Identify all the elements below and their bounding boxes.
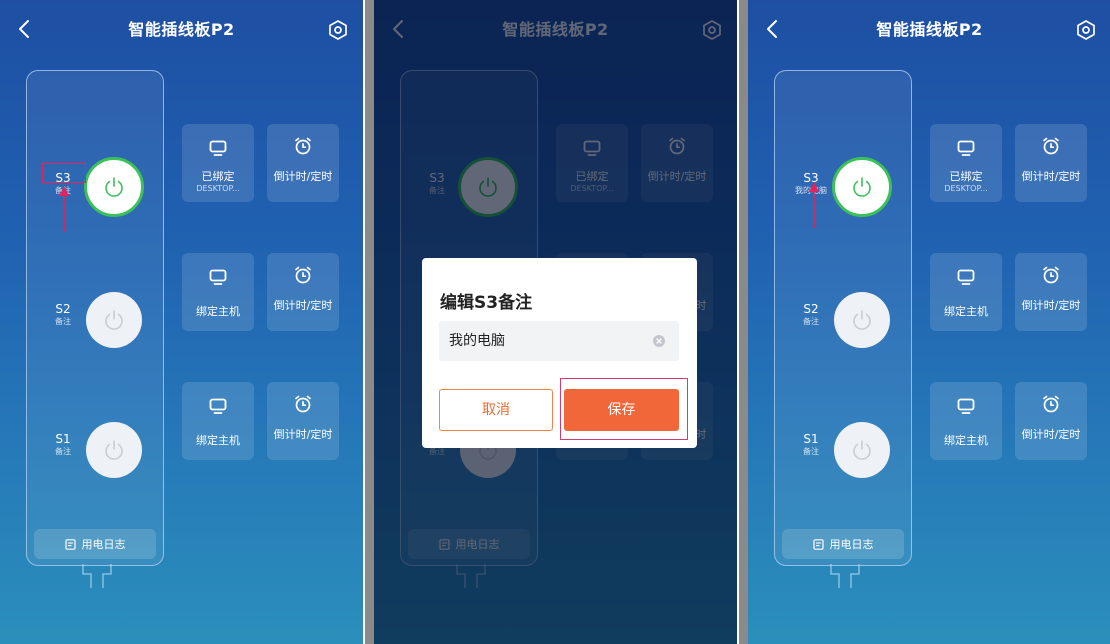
timer-label: 倒计时/定时 (273, 170, 333, 183)
timer-card[interactable]: 倒计时/定时 (1015, 253, 1087, 331)
monitor-icon (209, 140, 227, 156)
socket-s2: S2备注 (775, 292, 911, 372)
plug-cable-graphic (77, 564, 117, 588)
timer-card[interactable]: 倒计时/定时 (1015, 382, 1087, 460)
socket-s2: S2备注 (27, 292, 163, 372)
bind-host-label: 绑定主机 (944, 305, 988, 318)
power-log-button[interactable]: 用电日志 (782, 529, 904, 559)
socket-name: S2 (55, 302, 71, 316)
monitor-icon (957, 269, 975, 285)
socket-label[interactable]: S1备注 (35, 432, 91, 458)
power-toggle-button[interactable] (834, 292, 890, 348)
app-screen-before: 智能插线板P2 已绑定 DESKTOP... 倒计时/定时 绑定主机 倒计时/定时 绑定主机… (0, 0, 363, 644)
socket-s1: S1备注 (775, 422, 911, 502)
alarm-clock-icon (295, 266, 311, 284)
bind-host-card[interactable]: 绑定主机 (182, 382, 254, 460)
bind-host-card[interactable]: 已绑定DESKTOP... (930, 124, 1002, 202)
annotation-arrow-up-icon (808, 182, 820, 228)
power-toggle-button[interactable] (86, 422, 142, 478)
screenshot-divider (365, 0, 374, 644)
bind-host-label: 绑定主机 (196, 305, 240, 318)
clear-input-icon[interactable] (653, 335, 665, 347)
monitor-icon (209, 398, 227, 414)
timer-label: 倒计时/定时 (273, 299, 333, 312)
top-bar: 智能插线板P2 (0, 0, 363, 60)
cancel-button[interactable]: 取消 (439, 389, 553, 431)
power-icon (105, 177, 123, 197)
plug-cable-graphic (825, 564, 865, 588)
socket-note[interactable]: 备注 (35, 316, 91, 328)
timer-card[interactable]: 倒计时/定时 (267, 382, 339, 460)
power-toggle-button[interactable] (832, 157, 892, 217)
monitor-icon (957, 398, 975, 414)
power-icon (853, 177, 871, 197)
note-input-value: 我的电脑 (449, 333, 505, 349)
timer-label: 倒计时/定时 (1021, 428, 1081, 441)
alarm-clock-icon (1043, 395, 1059, 413)
monitor-icon (957, 140, 975, 156)
power-icon (853, 310, 871, 330)
timer-label: 倒计时/定时 (1021, 299, 1081, 312)
bind-host-card[interactable]: 绑定主机 (930, 382, 1002, 460)
power-toggle-button[interactable] (84, 157, 144, 217)
app-screen-after: 智能插线板P2 已绑定 DESKTOP... 倒计时/定时 绑定主机 倒计时/定时 绑定主机… (748, 0, 1110, 644)
app-screen-dialog: 智能插线板P2已绑定DESKTOP...倒计时/定时绑定主机倒计时/定时绑定主机… (374, 0, 737, 644)
bind-host-card[interactable]: 绑定主机 (182, 253, 254, 331)
alarm-clock-icon (1043, 266, 1059, 284)
bind-host-label: 已绑定 (201, 170, 235, 183)
bind-host-label: 已绑定 (949, 170, 983, 183)
dialog-title: 编辑S3备注 (440, 293, 533, 313)
socket-name: S2 (803, 302, 819, 316)
power-icon (105, 310, 123, 330)
power-log-button[interactable]: 用电日志 (34, 529, 156, 559)
socket-name: S1 (55, 432, 71, 446)
power-log-label: 用电日志 (829, 538, 874, 551)
monitor-icon (209, 269, 227, 285)
power-strip: S3备注S2备注S1备注用电日志 (26, 70, 164, 566)
annotation-arrow-up-icon (58, 186, 70, 232)
socket-label[interactable]: S1备注 (783, 432, 839, 458)
note-highlight-box (42, 163, 86, 183)
bound-host-name: DESKTOP... (196, 184, 240, 193)
timer-card[interactable]: 倒计时/定时 (1015, 124, 1087, 202)
power-icon (105, 440, 123, 460)
bind-host-card[interactable]: 绑定主机 (930, 253, 1002, 331)
bind-host-card[interactable]: 已绑定DESKTOP... (182, 124, 254, 202)
power-toggle-button[interactable] (834, 422, 890, 478)
power-icon (853, 440, 871, 460)
document-icon (812, 538, 824, 550)
socket-note[interactable]: 备注 (35, 446, 91, 458)
socket-label[interactable]: S2备注 (783, 302, 839, 328)
timer-label: 倒计时/定时 (273, 428, 333, 441)
bound-host-name: DESKTOP... (944, 184, 988, 193)
socket-note[interactable]: 备注 (783, 446, 839, 458)
page-title: 智能插线板P2 (876, 20, 983, 39)
socket-s1: S1备注 (27, 422, 163, 502)
settings-hexagon-icon[interactable] (327, 19, 349, 41)
save-highlight-box (560, 378, 688, 440)
bind-host-label: 绑定主机 (196, 434, 240, 447)
alarm-clock-icon (1043, 137, 1059, 155)
document-icon (64, 538, 76, 550)
top-bar: 智能插线板P2 (748, 0, 1110, 60)
page-title: 智能插线板P2 (128, 20, 235, 39)
alarm-clock-icon (295, 137, 311, 155)
socket-s3: S3我的电脑 (775, 157, 911, 241)
note-input[interactable]: 我的电脑 (439, 321, 679, 361)
socket-label[interactable]: S2备注 (35, 302, 91, 328)
power-log-label: 用电日志 (81, 538, 126, 551)
timer-card[interactable]: 倒计时/定时 (267, 124, 339, 202)
bind-host-label: 绑定主机 (944, 434, 988, 447)
settings-hexagon-icon[interactable] (1075, 19, 1097, 41)
alarm-clock-icon (295, 395, 311, 413)
power-toggle-button[interactable] (86, 292, 142, 348)
screenshot-divider (739, 0, 748, 644)
timer-card[interactable]: 倒计时/定时 (267, 253, 339, 331)
timer-label: 倒计时/定时 (1021, 170, 1081, 183)
socket-name: S1 (803, 432, 819, 446)
power-strip: S3我的电脑S2备注S1备注用电日志 (774, 70, 912, 566)
socket-note[interactable]: 备注 (783, 316, 839, 328)
